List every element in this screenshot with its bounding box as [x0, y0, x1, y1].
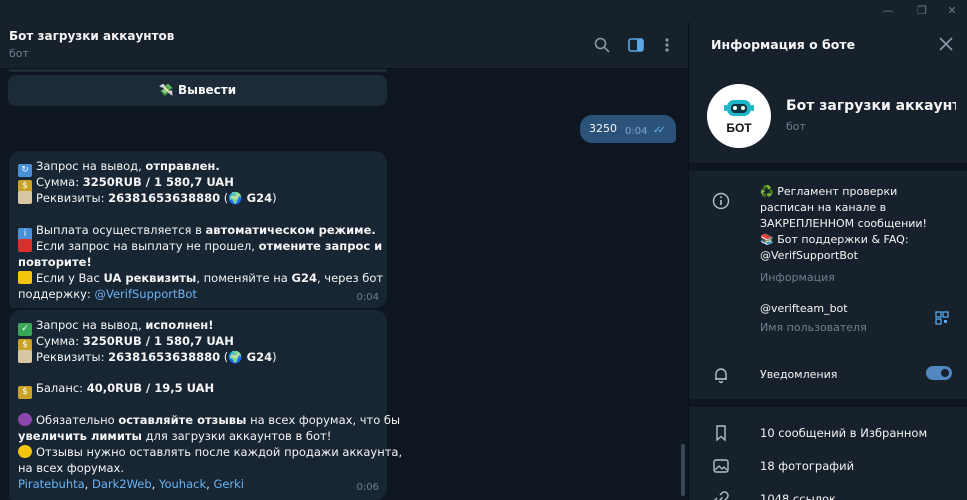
description-label: Информация [760, 271, 835, 284]
messages-scrollbar[interactable] [681, 444, 685, 496]
credit-card-icon [18, 350, 32, 363]
description-line: ЗАКРЕПЛЕННОМ сообщении! [760, 217, 927, 230]
bell-icon [715, 368, 727, 384]
message-line: Обязательно оставляйте отзывы на всех фо… [18, 413, 400, 427]
description-line: 📚 Бот поддержки & FAQ: [760, 233, 909, 246]
saved-messages-count[interactable]: 10 сообщений в Избранном [760, 426, 927, 440]
message-text: 3250 [589, 122, 617, 135]
credit-card-icon [18, 191, 32, 204]
close-icon[interactable] [939, 37, 953, 51]
qr-code-icon[interactable] [935, 311, 949, 325]
links-count[interactable]: 1048 ссылок [760, 492, 836, 500]
previous-inline-button[interactable] [8, 69, 387, 72]
chat-header[interactable]: Бот загрузки аккаунтов бот [0, 22, 688, 69]
message-line: поддержку: @VerifSupportBot [18, 287, 197, 301]
forum-link[interactable]: Youhack [159, 477, 206, 491]
messages-area[interactable]: 💸 Вывести 3250 0:04 ✓✓ ↻ Запрос на вывод,… [0, 69, 688, 500]
link-icon [714, 491, 729, 500]
yellow-circle-icon [18, 445, 32, 458]
message-time: 0:04 [356, 292, 379, 303]
description-line: расписан на канале в [760, 201, 887, 214]
robot-icon: БОТ [724, 100, 754, 135]
message-line: Если запрос на выплату не прошел, отмени… [18, 239, 382, 253]
photo-icon [713, 459, 729, 473]
outgoing-message[interactable]: 3250 0:04 ✓✓ [580, 115, 676, 143]
chat-subtitle: бот [9, 47, 29, 60]
avatar-text: БОТ [726, 121, 752, 135]
bookmark-icon [716, 425, 726, 442]
bot-type: бот [786, 120, 806, 133]
read-checks-icon: ✓✓ [653, 125, 666, 136]
notifications-label: Уведомления [760, 368, 838, 381]
message-line: Если у Вас UA реквизиты, поменяйте на G2… [18, 271, 383, 285]
username-link[interactable]: @verifteam_bot [760, 302, 848, 315]
yellow-square-icon [18, 271, 32, 284]
message-line: $ Баланс: 40,0RUB / 19,5 UAH [18, 381, 214, 399]
forum-link[interactable]: Piratebuhta [18, 477, 85, 491]
withdraw-inline-button[interactable]: 💸 Вывести [8, 75, 387, 106]
purple-circle-icon [18, 413, 32, 426]
photos-count[interactable]: 18 фотографий [760, 459, 854, 473]
info-icon [712, 192, 730, 210]
username-label: Имя пользователя [760, 321, 867, 334]
bot-name: Бот загрузки аккаунтов [786, 98, 956, 114]
message-line: Реквизиты: 26381653638880 (🌍 G24) [18, 350, 277, 364]
incoming-message[interactable]: ✓ Запрос на вывод, исполнен! $ Сумма: 3250… [9, 310, 402, 500]
panel-title: Информация о боте [711, 37, 856, 52]
red-square-icon [18, 239, 32, 252]
support-bot-link[interactable]: @VerifSupportBot [760, 249, 858, 262]
message-line: увеличить лимиты для загрузки аккаунтов … [18, 429, 332, 443]
sidebar-toggle-icon[interactable] [627, 36, 645, 54]
money-bag-icon: $ [18, 386, 32, 399]
window-titlebar: — ❐ ✕ [0, 0, 967, 22]
message-line: на всех форумах. [18, 461, 125, 475]
globe-icon: 🌍 [228, 350, 243, 364]
bot-info-panel: Информация о боте БОТ Бот загрузки аккау… [688, 22, 967, 500]
search-icon[interactable] [593, 36, 611, 54]
close-window-button[interactable]: ✕ [944, 3, 960, 19]
minimize-button[interactable]: — [880, 3, 896, 19]
forum-link[interactable]: Gerki [213, 477, 244, 491]
support-bot-link[interactable]: @VerifSupportBot [94, 287, 196, 301]
divider [689, 399, 967, 407]
more-vertical-icon[interactable] [658, 36, 676, 54]
restore-button[interactable]: ❐ [914, 3, 930, 19]
globe-icon: 🌍 [228, 191, 243, 205]
description-line: ♻️ Регламент проверки [760, 185, 898, 198]
toggle-knob [939, 367, 951, 379]
message-line: Реквизиты: 26381653638880 (🌍 G24) [18, 191, 277, 205]
incoming-message[interactable]: ↻ Запрос на вывод, отправлен. $ Сумма: 325… [9, 151, 387, 308]
forum-links: Piratebuhta, Dark2Web, Youhack, Gerki [18, 477, 245, 491]
forum-link[interactable]: Dark2Web [92, 477, 152, 491]
message-line: повторите! [18, 255, 92, 269]
notifications-toggle[interactable] [926, 366, 952, 380]
message-time: 0:04 [625, 126, 648, 137]
divider [689, 163, 967, 171]
message-line: Отзывы нужно оставлять после каждой прод… [18, 445, 402, 459]
chat-title[interactable]: Бот загрузки аккаунтов [9, 29, 174, 43]
message-time: 0:06 [356, 482, 379, 493]
avatar[interactable]: БОТ [707, 84, 771, 148]
